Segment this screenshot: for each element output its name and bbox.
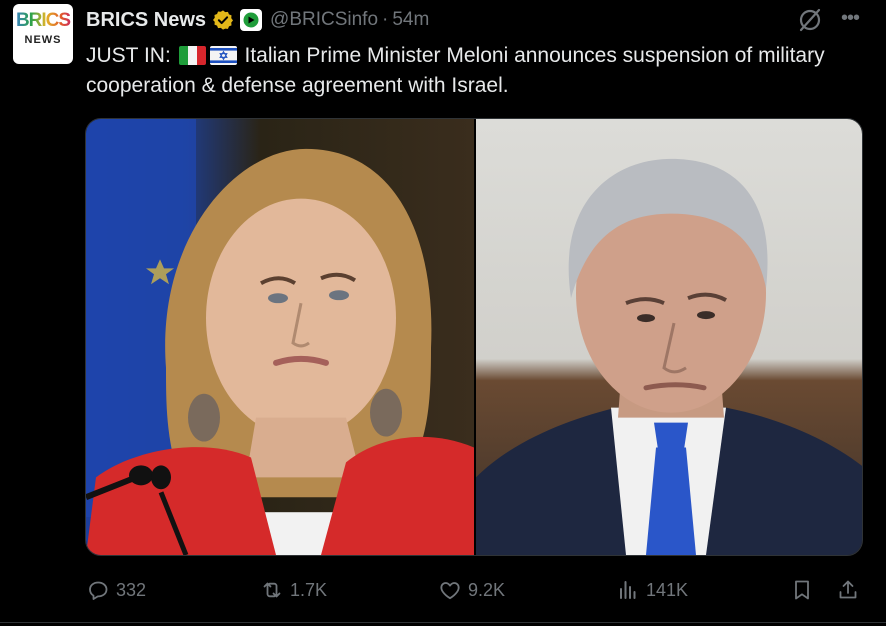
grok-icon[interactable]	[796, 6, 824, 34]
like-button[interactable]: 9.2K	[438, 574, 505, 606]
avatar-logo-top: BRICS	[13, 10, 73, 32]
tweet[interactable]: BRICS NEWS BRICS News @BRICSinfo · 54m •…	[0, 0, 886, 626]
israel-flag-icon	[209, 46, 237, 65]
tweet-text-prefix: JUST IN:	[86, 44, 171, 67]
affiliate-badge-icon[interactable]	[240, 9, 263, 31]
more-options-icon[interactable]: •••	[836, 6, 864, 34]
display-name[interactable]: BRICS News	[86, 9, 206, 32]
avatar[interactable]: BRICS NEWS	[13, 4, 73, 64]
handle[interactable]: @BRICSinfo	[270, 9, 378, 31]
tweet-media[interactable]	[85, 118, 863, 556]
reply-button[interactable]: 332	[86, 574, 146, 606]
like-count: 9.2K	[468, 579, 506, 600]
verified-badge-icon[interactable]	[212, 9, 234, 31]
repost-count: 1.7K	[290, 579, 328, 600]
share-button[interactable]	[836, 574, 860, 606]
reply-icon	[89, 581, 108, 600]
share-icon	[839, 580, 857, 599]
bookmark-button[interactable]	[790, 574, 814, 606]
analytics-icon	[620, 581, 636, 599]
photo-left[interactable]	[86, 119, 474, 555]
heart-icon	[440, 582, 460, 600]
tweet-actions: 332 1.7K 9.2K 141K	[86, 574, 866, 606]
italy-flag-icon	[178, 46, 206, 65]
bookmark-icon	[795, 580, 809, 600]
tweet-divider	[0, 622, 886, 623]
header-separator: ·	[382, 9, 389, 30]
reply-count: 332	[116, 579, 147, 600]
photo-right[interactable]	[476, 119, 862, 555]
photo-left-illustration	[86, 119, 474, 555]
view-count: 141K	[646, 579, 689, 600]
repost-button[interactable]: 1.7K	[260, 574, 327, 606]
photo-right-illustration	[476, 158, 862, 555]
repost-icon	[263, 582, 281, 598]
avatar-logo-bottom: NEWS	[24, 34, 62, 46]
tweet-header: BRICS News @BRICSinfo · 54m	[86, 6, 429, 34]
views-button[interactable]: 141K	[616, 574, 688, 606]
tweet-text: JUST IN: Italian Prime Minister Meloni a…	[86, 41, 866, 101]
brics-news-logo: BRICS NEWS	[13, 10, 73, 47]
timestamp[interactable]: 54m	[392, 9, 429, 31]
